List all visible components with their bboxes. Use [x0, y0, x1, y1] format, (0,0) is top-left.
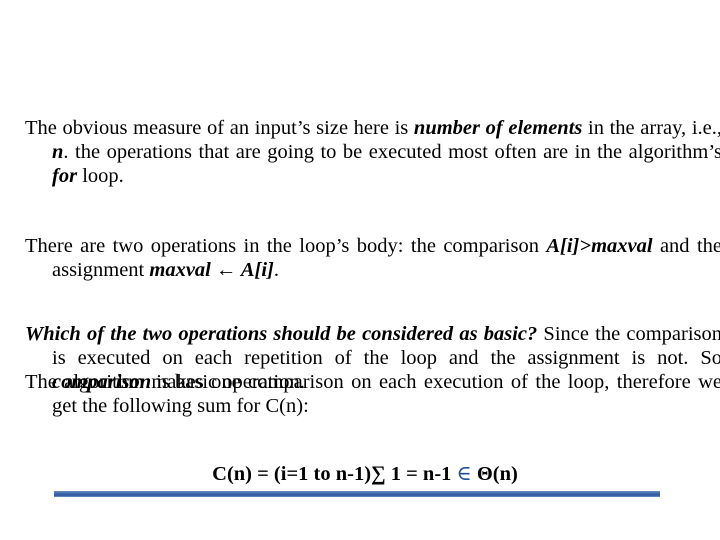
- text: loop.: [77, 165, 124, 187]
- slide: The obvious measure of an input’s size h…: [0, 0, 720, 540]
- emphasis-assignment-expr: maxval ← A[i]: [149, 259, 274, 281]
- text: in the array, i.e.,: [582, 117, 720, 139]
- paragraph-input-size: The obvious measure of an input’s size h…: [25, 116, 720, 188]
- element-of-symbol: ∈: [456, 463, 472, 485]
- text: The algorithm makes one comparison on ea…: [25, 371, 720, 417]
- divider-bar: [54, 491, 660, 497]
- paragraph-loop-operations: There are two operations in the loop’s b…: [25, 234, 720, 282]
- emphasis-number-of-elements: number of elements: [413, 117, 583, 139]
- text: .: [273, 259, 280, 281]
- text: . the operations that are going to be ex…: [63, 141, 720, 163]
- text: There are two operations in the loop’s b…: [25, 235, 547, 257]
- formula-lhs: C(n) = (i=1 to n-1)∑ 1 = n-1: [212, 463, 457, 485]
- emphasis-question: Which of the two operations should be co…: [25, 323, 538, 345]
- text: The obvious measure of an input’s size h…: [25, 117, 414, 139]
- formula-rhs: Θ(n): [471, 463, 518, 485]
- paragraph-sum: The algorithm makes one comparison on ea…: [25, 370, 720, 418]
- emphasis-for: for: [52, 165, 78, 187]
- formula: C(n) = (i=1 to n-1)∑ 1 = n-1 ∈ Θ(n): [0, 462, 720, 486]
- emphasis-n: n: [52, 141, 64, 163]
- emphasis-comparison-expr: A[i]>maxval: [546, 235, 653, 257]
